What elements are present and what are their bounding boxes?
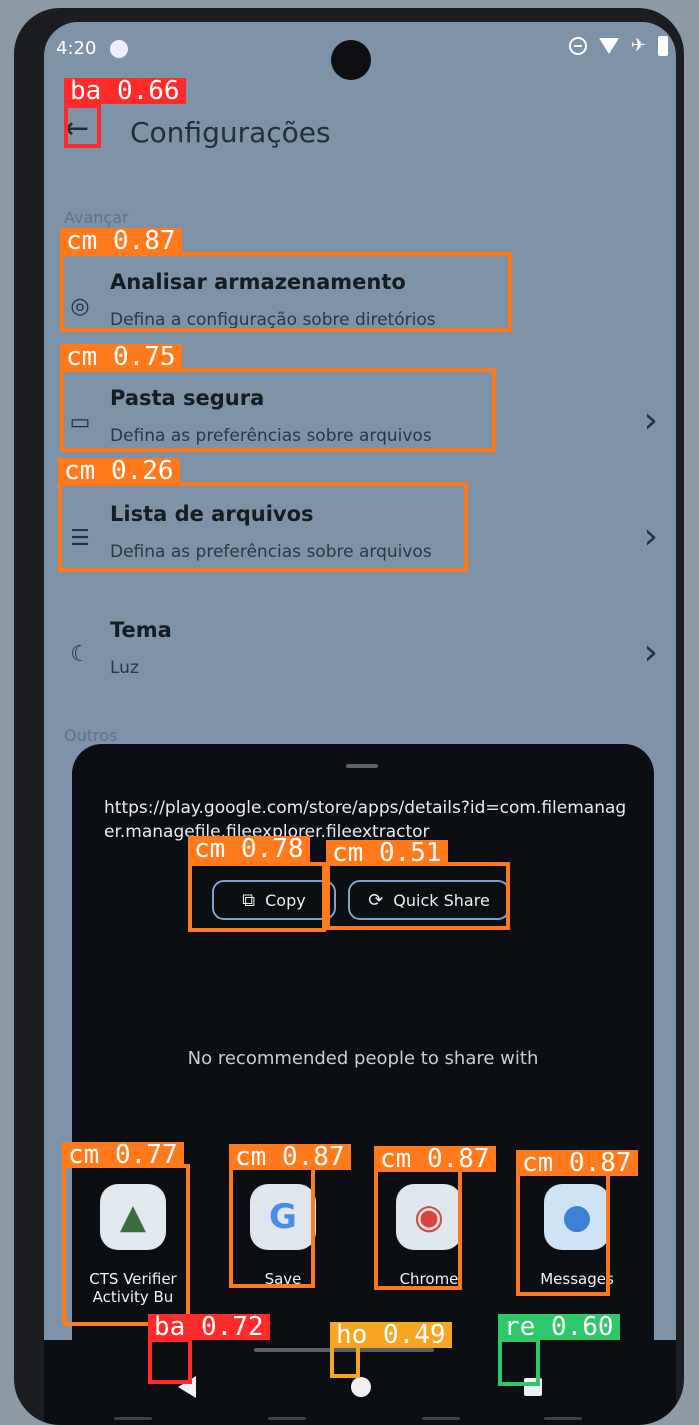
detection-box-chrome xyxy=(374,1168,462,1290)
nav-divider xyxy=(114,1417,152,1420)
detection-label: cm 0.87 xyxy=(229,1144,351,1170)
detection-label: cm 0.87 xyxy=(516,1150,638,1176)
page-title: Configurações xyxy=(130,116,331,149)
nav-divider xyxy=(268,1417,306,1420)
detection-label: ho 0.49 xyxy=(330,1322,452,1348)
status-bar: 4:20 ✈ xyxy=(44,22,676,82)
do-not-disturb-icon xyxy=(568,37,587,55)
detection-label: cm 0.78 xyxy=(188,836,310,862)
detection-label: cm 0.87 xyxy=(374,1146,496,1172)
front-camera xyxy=(331,40,371,80)
section-advanced: Avançar xyxy=(64,208,129,227)
chevron-right-icon: › xyxy=(643,632,658,673)
wifi-icon xyxy=(598,38,619,54)
detection-label: cm 0.77 xyxy=(62,1142,184,1168)
nav-divider xyxy=(544,1417,582,1420)
status-icons: ✈ xyxy=(568,35,668,56)
setting-subtitle: Luz xyxy=(110,658,139,678)
section-others: Outros xyxy=(64,726,118,745)
detection-box-recents xyxy=(498,1338,540,1386)
detection-label: re 0.60 xyxy=(498,1314,620,1340)
status-time: 4:20 xyxy=(56,38,97,59)
detection-box-file-list xyxy=(58,482,468,572)
moon-icon: ☾ xyxy=(70,642,90,667)
navigation-bar xyxy=(44,1340,676,1425)
detection-box-messages xyxy=(516,1172,610,1296)
airplane-icon: ✈ xyxy=(630,35,646,56)
detection-box-copy xyxy=(188,862,326,932)
detection-box-cts xyxy=(62,1164,190,1326)
nav-divider xyxy=(422,1417,460,1420)
detection-box-secure-folder xyxy=(60,368,496,452)
detection-label: cm 0.51 xyxy=(326,840,448,866)
detection-label: cm 0.75 xyxy=(60,344,182,370)
no-recommendations-text: No recommended people to share with xyxy=(187,1048,539,1069)
detection-label: cm 0.87 xyxy=(60,228,182,254)
battery-icon xyxy=(658,36,668,56)
chevron-right-icon: › xyxy=(643,400,658,441)
detection-box-nav-back xyxy=(148,1338,192,1384)
detection-box-quick-share xyxy=(326,862,510,930)
setting-theme[interactable]: ☾ Tema Luz › xyxy=(44,606,676,706)
detection-box-save xyxy=(229,1166,315,1288)
detection-label: ba 0.66 xyxy=(64,78,186,104)
screen-record-icon xyxy=(110,40,128,58)
sheet-drag-handle[interactable] xyxy=(346,764,378,768)
setting-title: Tema xyxy=(110,618,172,642)
detection-box-storage xyxy=(60,252,512,332)
shared-url: https://play.google.com/store/apps/detai… xyxy=(104,798,627,842)
detection-label: cm 0.26 xyxy=(58,458,180,484)
chevron-right-icon: › xyxy=(643,516,658,557)
detection-box-back xyxy=(64,104,101,148)
detection-label: ba 0.72 xyxy=(148,1314,270,1340)
